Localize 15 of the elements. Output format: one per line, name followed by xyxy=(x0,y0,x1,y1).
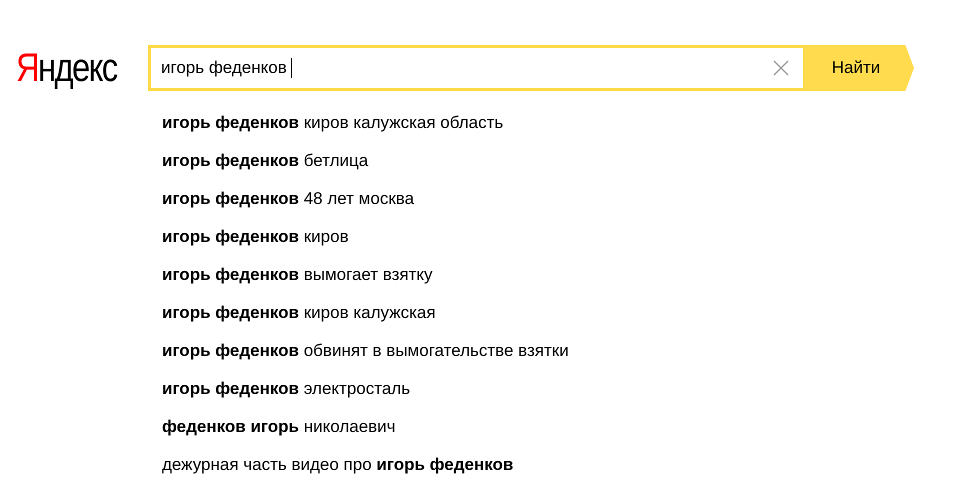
suggestion-item[interactable]: игорь феденков киров xyxy=(162,218,980,256)
suggestion-item[interactable]: игорь феденков 48 лет москва xyxy=(162,180,980,218)
suggestion-item[interactable]: игорь феденков вымогает взятку xyxy=(162,256,980,294)
suggestion-item[interactable]: игорь феденков бетлица xyxy=(162,142,980,180)
suggestion-item[interactable]: игорь феденков обвинят в вымогательстве взятки xyxy=(162,332,980,370)
search-text: игорь феденков xyxy=(161,57,288,80)
suggestion-item[interactable]: дежурная часть видео про игорь феденков xyxy=(162,446,980,484)
logo[interactable]: Яндекс xyxy=(16,45,124,91)
clear-icon[interactable] xyxy=(773,60,789,76)
suggestion-item[interactable]: игорь феденков киров калужская область xyxy=(162,104,980,142)
search-field[interactable]: игорь феденков xyxy=(148,45,806,91)
search-button[interactable]: Найти xyxy=(806,45,914,91)
suggestion-item[interactable]: игорь феденков электросталь xyxy=(162,370,980,408)
suggestion-item[interactable]: феденков игорь николаевич xyxy=(162,408,980,446)
suggestion-item[interactable]: игорь феденков киров калужская xyxy=(162,294,980,332)
